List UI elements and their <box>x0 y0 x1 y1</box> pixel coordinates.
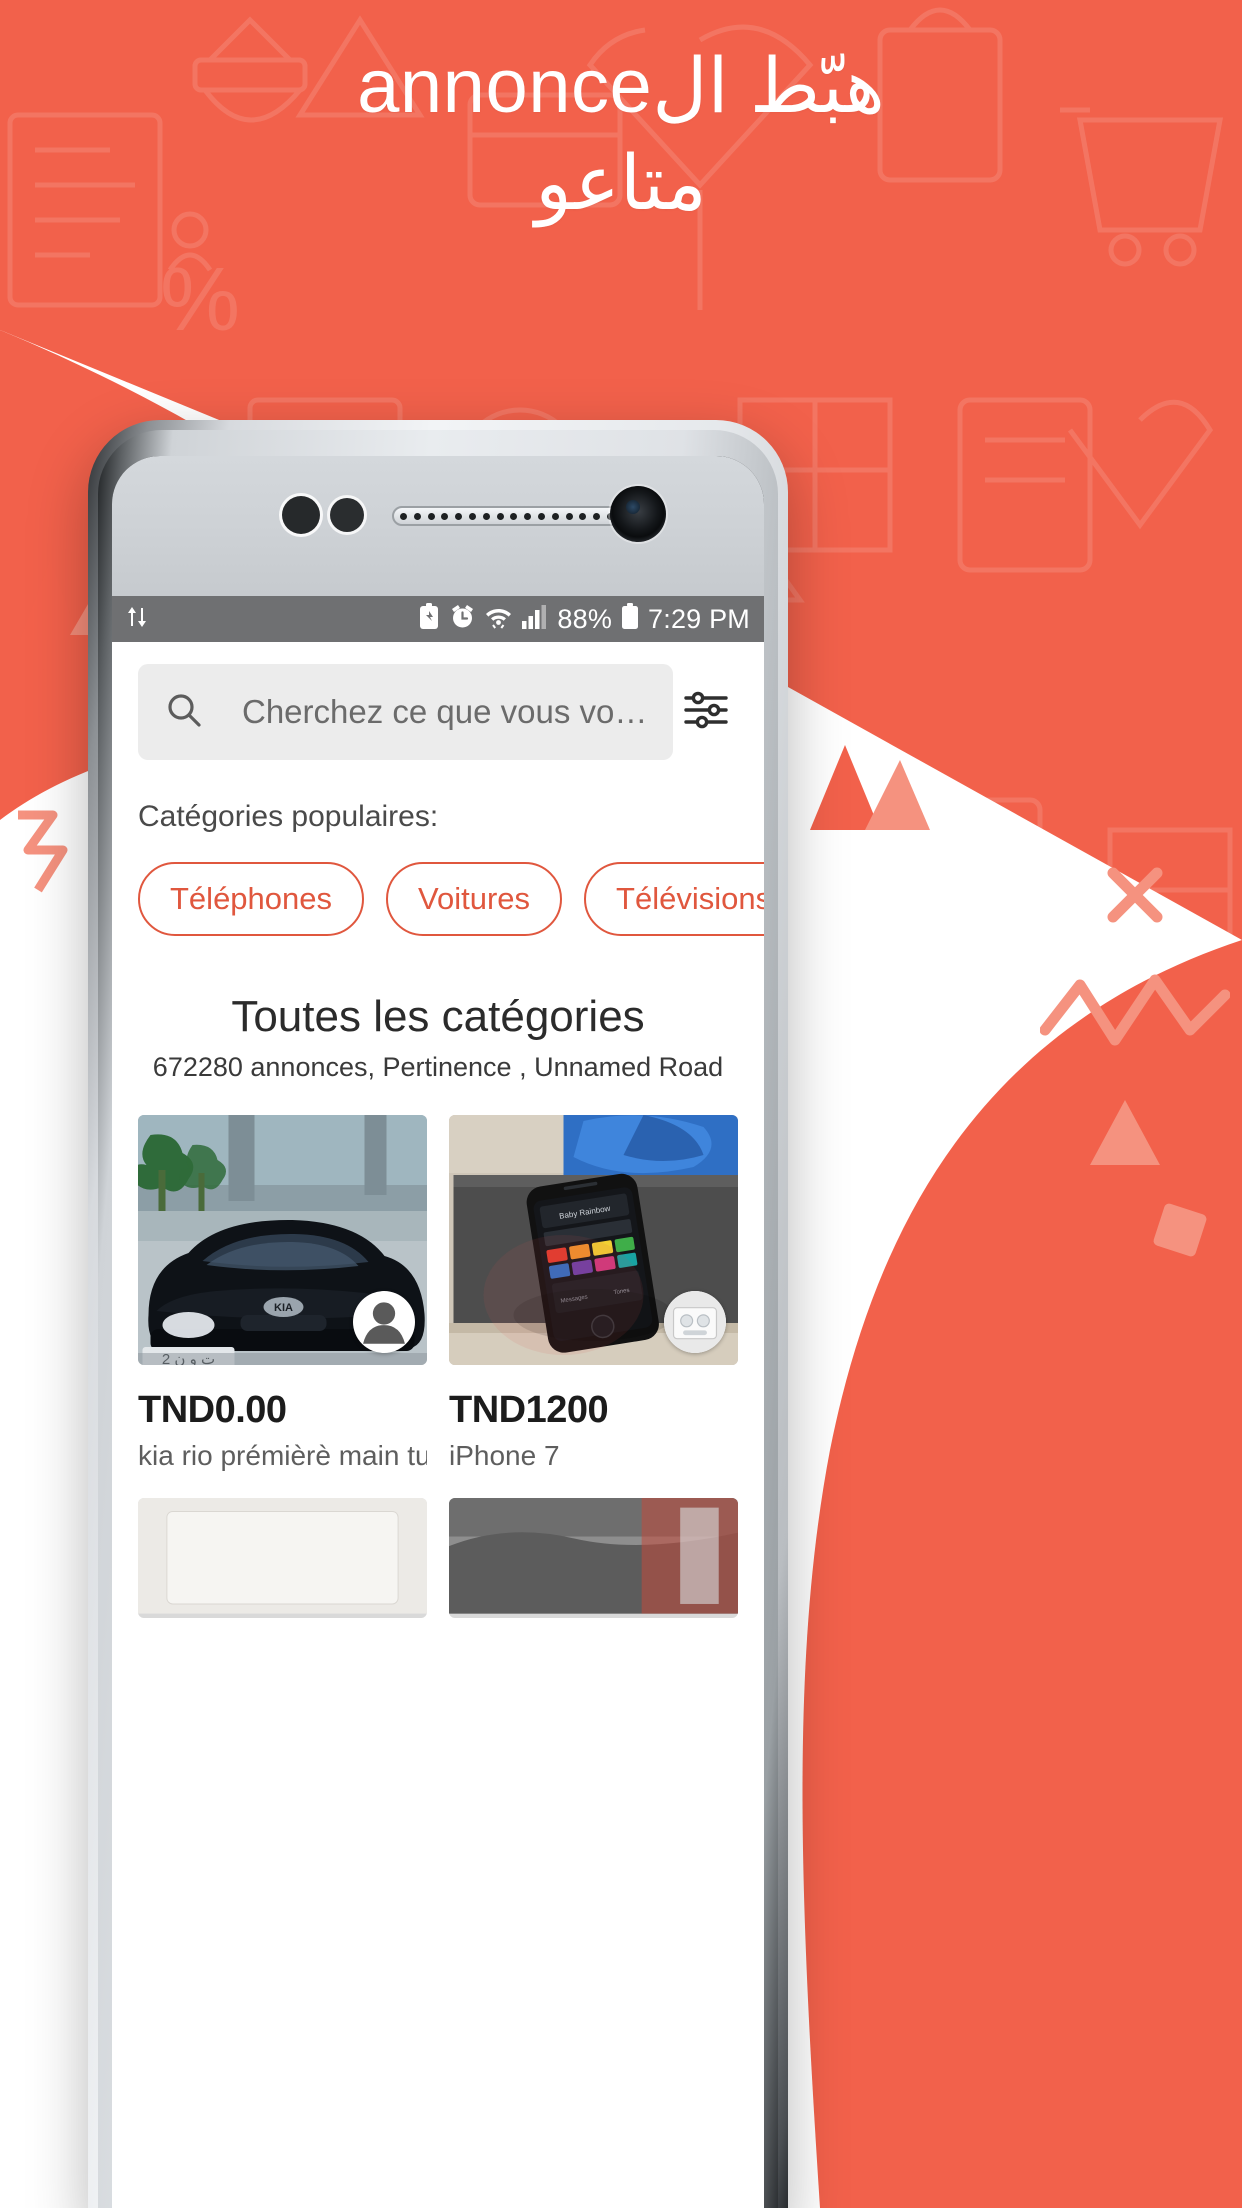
android-status-bar: 88% 7:29 PM <box>112 596 764 642</box>
phone-mockup: 88% 7:29 PM Cherchez ce que vous vo… Cat… <box>88 420 788 2208</box>
phone-body: 88% 7:29 PM Cherchez ce que vous vo… Cat… <box>98 430 778 2208</box>
app-screen: 88% 7:29 PM Cherchez ce que vous vo… Cat… <box>112 596 764 2208</box>
clock-label: 7:29 PM <box>648 603 750 634</box>
listing-title: kia rio prémièrè main tu ... <box>138 1440 427 1471</box>
listing-section-title: Toutes les catégories <box>231 992 645 1041</box>
listing-image-next-1[interactable] <box>138 1498 427 1618</box>
search-row: Cherchez ce que vous vo… <box>112 642 764 760</box>
search-placeholder-text: Cherchez ce que vous vo… <box>242 693 648 730</box>
listing-price: TND0.00 <box>138 1389 287 1431</box>
signal-bars-icon <box>521 604 548 635</box>
listing-image-iphone: Baby Rainbow Messages Tones <box>449 1115 738 1365</box>
promo-graphic: % هبّط الannonce متاعو 88% 7:29 PM Cherc… <box>0 0 1242 2208</box>
svg-text:KIA: KIA <box>274 1302 293 1314</box>
headline-line-1: هبّط الannonce <box>357 44 885 129</box>
battery-percent-label: 88% <box>557 603 613 634</box>
category-chip-row: Téléphones Voitures Télévisions <box>112 834 764 936</box>
proximity-sensor-icon <box>282 496 320 534</box>
earpiece-speaker-icon <box>392 506 622 526</box>
filter-button[interactable] <box>673 688 738 737</box>
listing-price: TND1200 <box>449 1389 609 1431</box>
phone-top-bezel <box>112 456 764 596</box>
seller-avatar-icon <box>664 1291 726 1353</box>
category-chip-telephones[interactable]: Téléphones <box>138 862 365 936</box>
battery-full-icon <box>621 602 639 636</box>
listing-image-next-2[interactable] <box>449 1498 738 1618</box>
wifi-icon <box>485 603 512 635</box>
sync-arrows-icon <box>126 604 148 635</box>
headline-line-2: متاعو <box>535 141 707 227</box>
search-icon <box>164 690 204 735</box>
listing-image-car: KIA 2 ت و ن <box>138 1115 427 1365</box>
person-avatar-icon <box>353 1291 415 1353</box>
light-sensor-icon <box>330 498 364 532</box>
category-chip-voitures[interactable]: Voitures <box>386 862 563 936</box>
popular-categories-label: Catégories populaires: <box>138 800 439 833</box>
battery-saver-icon <box>418 602 440 636</box>
filter-sliders-icon <box>682 688 730 737</box>
listing-grid: KIA 2 ت و ن <box>112 1083 764 1472</box>
phone-screen: 88% 7:29 PM Cherchez ce que vous vo… Cat… <box>112 456 764 2208</box>
listing-grid-next-row <box>112 1472 764 1618</box>
category-chip-televisions[interactable]: Télévisions <box>584 862 764 936</box>
alarm-icon <box>449 603 476 635</box>
listing-card-iphone[interactable]: Baby Rainbow Messages Tones TND1200 iPho… <box>449 1115 738 1472</box>
search-input[interactable]: Cherchez ce que vous vo… <box>138 664 674 760</box>
promo-headline: هبّط الannonce متاعو <box>0 38 1242 233</box>
listing-card-car[interactable]: KIA 2 ت و ن <box>138 1115 427 1472</box>
listing-title: iPhone 7 <box>449 1440 560 1471</box>
listing-section-subtitle: 672280 annonces, Pertinence , Unnamed Ro… <box>152 1052 724 1082</box>
front-camera-icon <box>610 486 666 542</box>
